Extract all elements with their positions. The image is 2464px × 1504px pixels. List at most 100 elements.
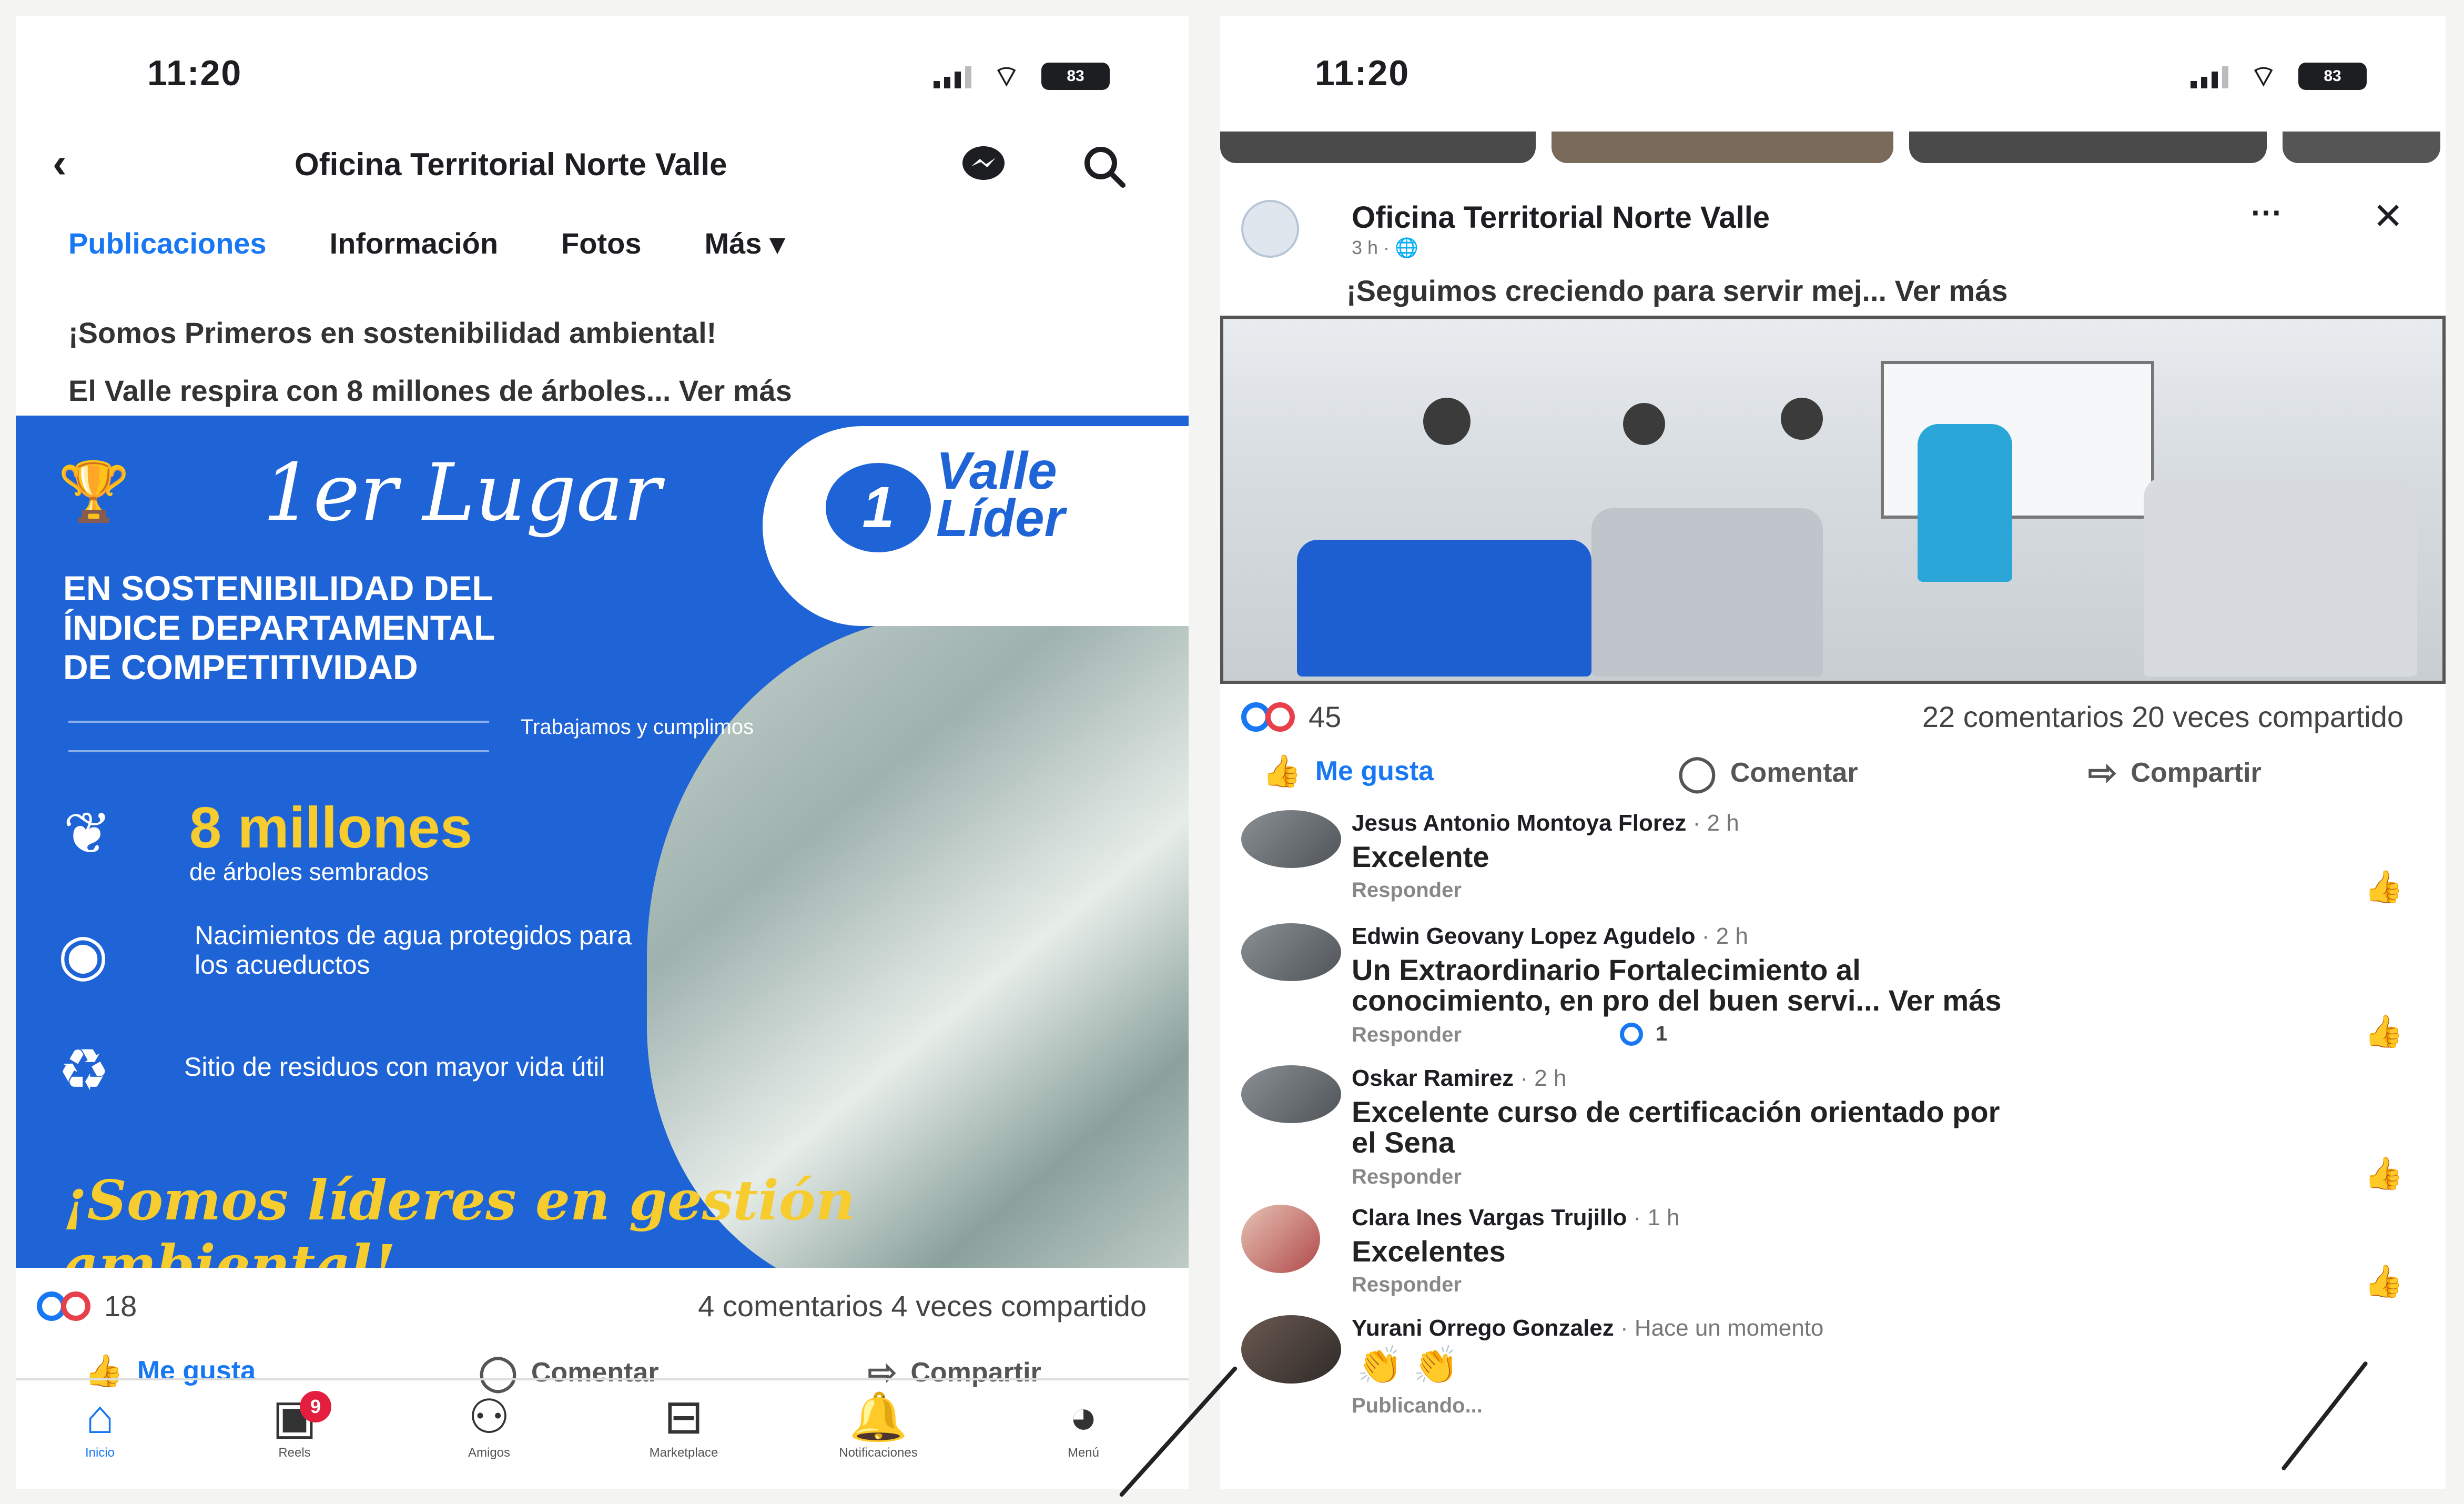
- commenter-avatar[interactable]: [1241, 1315, 1341, 1384]
- comment-count: 4 comentarios: [698, 1289, 883, 1323]
- valle-lider-badge: 1 Valle Líder: [763, 426, 1189, 626]
- comment-like-icon[interactable]: 👍: [2364, 1263, 2404, 1300]
- nav-reels-label: Reels: [278, 1446, 311, 1460]
- comment-like-icon[interactable]: 👍: [2364, 868, 2404, 905]
- comment-author-name: Oskar Ramirez: [1352, 1065, 1514, 1091]
- status-icons: ⌔ 83: [2191, 58, 2367, 95]
- comment-text-line-1: Excelente curso de certificación orienta…: [1352, 1095, 2000, 1128]
- story-thumb[interactable]: [1552, 132, 1893, 163]
- back-arrow-icon[interactable]: ‹: [53, 142, 67, 184]
- status-bar: 11:20 ⌔ 83: [1220, 53, 2446, 100]
- sponsor-logos: [68, 721, 489, 752]
- reaction-count: 18: [104, 1289, 137, 1323]
- commenter-avatar[interactable]: [1241, 1065, 1341, 1123]
- comment-item: Jesus Antonio Montoya Florez · 2 h Excel…: [1220, 810, 2446, 915]
- friends-icon: ⚇: [468, 1391, 511, 1444]
- post-meta: 3 h · 🌐: [1352, 237, 1418, 259]
- comment-like-icon[interactable]: 👍: [2364, 1013, 2404, 1050]
- reaction-summary[interactable]: 18: [37, 1289, 137, 1323]
- status-time: 11:20: [147, 53, 242, 93]
- reply-button[interactable]: Responder: [1352, 1023, 1462, 1047]
- nav-menu[interactable]: ◕ Menú: [1015, 1391, 1152, 1460]
- comments-shares[interactable]: 4 comentarios 4 veces compartido: [698, 1289, 1147, 1323]
- comment-text: Excelentes: [1352, 1235, 1506, 1268]
- love-reaction-icon: [1265, 702, 1295, 732]
- comment-button[interactable]: ◯ Comentar: [1678, 752, 1858, 793]
- post-text-line-2[interactable]: El Valle respira con 8 millones de árbol…: [68, 374, 792, 408]
- commenter-avatar[interactable]: [1241, 1205, 1320, 1273]
- close-icon[interactable]: ✕: [2372, 195, 2404, 238]
- post-stats: 45 22 comentarios 20 veces compartido: [1220, 700, 2446, 742]
- post-text-line-1: ¡Somos Primeros en sostenibilidad ambien…: [68, 316, 717, 349]
- nav-notifications[interactable]: 🔔 Notificaciones: [810, 1391, 947, 1460]
- comment-author[interactable]: Jesus Antonio Montoya Florez · 2 h: [1352, 810, 1739, 836]
- nav-marketplace-label: Marketplace: [649, 1446, 718, 1460]
- reaction-count: 45: [1309, 700, 1342, 733]
- comment-time: · 2 h: [1686, 810, 1739, 836]
- page-title: Oficina Territorial Norte Valle: [295, 147, 727, 182]
- reaction-summary[interactable]: 45: [1241, 700, 1341, 734]
- like-reaction-icon: [1620, 1022, 1643, 1046]
- bottom-navigation: ⌂ Inicio ▣ 9 Reels ⚇ Amigos ⊟ Marketplac…: [16, 1378, 1189, 1468]
- reply-button[interactable]: Responder: [1352, 1165, 1462, 1189]
- comment-reactions[interactable]: 1: [1620, 1022, 1667, 1046]
- nav-marketplace[interactable]: ⊟ Marketplace: [615, 1391, 752, 1460]
- comment-time: · Hace un momento: [1614, 1315, 1824, 1341]
- comments-shares[interactable]: 22 comentarios 20 veces compartido: [1922, 700, 2404, 734]
- post-text[interactable]: ¡Seguimos creciendo para servir mej... V…: [1346, 274, 2007, 308]
- wifi-icon: ⌔: [992, 59, 1020, 93]
- posting-status: Publicando...: [1352, 1394, 1483, 1417]
- comment-label: Comentar: [1730, 757, 1858, 788]
- like-label: Me gusta: [1315, 755, 1434, 786]
- stat-trees-sub: de árboles sembrados: [189, 858, 429, 885]
- notification-badge: 9: [300, 1391, 331, 1422]
- page-avatar[interactable]: [1241, 200, 1299, 258]
- commenter-avatar[interactable]: [1241, 810, 1341, 868]
- reply-button[interactable]: Responder: [1352, 1273, 1462, 1297]
- phone-screenshot-right: 11:20 ⌔ 83 Oficina Territorial Norte Val…: [1220, 16, 2446, 1489]
- tab-informacion[interactable]: Información: [330, 226, 498, 261]
- commenter-avatar[interactable]: [1241, 923, 1341, 981]
- tab-mas[interactable]: Más ▾: [704, 226, 785, 261]
- nav-friends[interactable]: ⚇ Amigos: [421, 1391, 557, 1460]
- tab-fotos[interactable]: Fotos: [561, 226, 641, 261]
- nav-reels[interactable]: ▣ 9 Reels: [226, 1391, 363, 1460]
- profile-tabs: Publicaciones Información Fotos Más ▾: [68, 226, 785, 261]
- post-author[interactable]: Oficina Territorial Norte Valle: [1352, 200, 1770, 235]
- comment-item: Edwin Geovany Lopez Agudelo · 2 h Un Ext…: [1220, 923, 2446, 1060]
- share-button[interactable]: ⇨ Compartir: [2088, 752, 2262, 793]
- share-count: 20 veces compartido: [2132, 700, 2404, 733]
- comment-author[interactable]: Edwin Geovany Lopez Agudelo · 2 h: [1352, 923, 1748, 950]
- tab-mas-label: Más: [704, 227, 762, 260]
- nav-home[interactable]: ⌂ Inicio: [32, 1391, 168, 1460]
- comment-item: Oskar Ramirez · 2 h Excelente curso de c…: [1220, 1065, 2446, 1202]
- comment-author[interactable]: Oskar Ramirez · 2 h: [1352, 1065, 1566, 1092]
- comment-like-icon[interactable]: 👍: [2364, 1155, 2404, 1192]
- story-thumb[interactable]: [1909, 132, 2267, 163]
- status-bar: 11:20 ⌔ 83: [16, 53, 1189, 100]
- search-icon[interactable]: [1078, 143, 1131, 188]
- comment-author[interactable]: Yurani Orrego Gonzalez · Hace un momento: [1352, 1315, 1823, 1341]
- like-button[interactable]: 👍 Me gusta: [1262, 752, 1434, 790]
- post-image-flyer[interactable]: 1 Valle Líder 🏆 1er Lugar EN SOSTENIBILI…: [16, 416, 1189, 1268]
- phone-screenshot-left: 11:20 ⌔ 83 ‹ Oficina Territorial Norte V…: [16, 16, 1189, 1489]
- tab-publicaciones[interactable]: Publicaciones: [68, 226, 267, 261]
- comment-text-line-2[interactable]: conocimiento, en pro del buen servi... V…: [1352, 985, 2393, 1016]
- comment-text: Excelente curso de certificación orienta…: [1352, 1097, 2393, 1158]
- story-thumb[interactable]: [1220, 132, 1536, 163]
- nav-friends-label: Amigos: [468, 1446, 511, 1460]
- reply-button[interactable]: Responder: [1352, 879, 1462, 902]
- messenger-icon[interactable]: [957, 143, 1010, 185]
- comment-author[interactable]: Clara Ines Vargas Trujillo · 1 h: [1352, 1205, 1680, 1231]
- person: [1423, 398, 1471, 445]
- comment-author-name: Edwin Geovany Lopez Agudelo: [1352, 923, 1696, 949]
- more-options-icon[interactable]: ···: [2251, 195, 2283, 231]
- comment-count: 22 comentarios: [1922, 700, 2124, 733]
- story-thumb[interactable]: [2283, 132, 2440, 163]
- post-photo-classroom[interactable]: [1220, 316, 2446, 684]
- nav-notifications-label: Notificaciones: [839, 1446, 918, 1460]
- share-arrow-icon: ⇨: [2088, 753, 2117, 792]
- comment-bubble-icon: ◯: [1678, 753, 1717, 792]
- signal-icon: [2191, 64, 2229, 88]
- home-icon: ⌂: [85, 1391, 115, 1444]
